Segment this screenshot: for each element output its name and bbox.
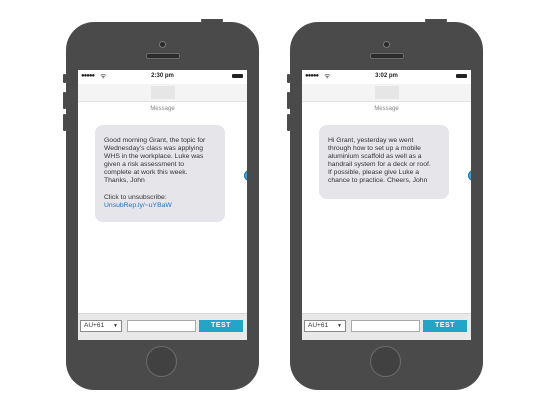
- message-line: given a risk assessment to: [104, 161, 185, 169]
- volume-down-button: [287, 114, 290, 131]
- home-button: [146, 346, 177, 377]
- unsubscribe-text: Click to unsubscribe:: [104, 193, 167, 201]
- message-line: Wednesday's class was applying: [104, 145, 204, 153]
- volume-up-button: [287, 92, 290, 109]
- message-line: WHS in the workplace. Luke was: [104, 153, 204, 161]
- speaker-grille: [146, 53, 180, 59]
- mute-switch: [287, 74, 290, 83]
- message-line: If possible, please give Luke a: [328, 169, 420, 177]
- phone-left: ●●●●● ᯤ 2:30 pm Message Good morning Gra…: [63, 19, 259, 390]
- test-button[interactable]: TEST: [423, 320, 467, 332]
- status-time: 2:30 pm: [151, 73, 174, 79]
- message-line: Hi Grant, yesterday we went: [328, 137, 414, 144]
- power-button: [425, 19, 447, 22]
- unsubscribe-link[interactable]: UnsubRep.ly/~uYBaW: [104, 202, 217, 210]
- chevron-down-icon: ▼: [337, 323, 342, 329]
- play-icon[interactable]: [244, 170, 247, 181]
- status-bar: ●●●●● ᯤ 3:02 pm: [302, 70, 471, 84]
- phone-number-input[interactable]: [351, 320, 420, 332]
- country-code-value: AU+61: [84, 322, 105, 329]
- phone-screen: ●●●●● ᯤ 2:30 pm Message Good morning Gra…: [78, 70, 247, 340]
- message-bubble: Hi Grant, yesterday we went through how …: [319, 125, 449, 199]
- conversation-header: [302, 84, 471, 102]
- battery-icon: [456, 74, 467, 78]
- country-code-select[interactable]: AU+61 ▼: [80, 320, 122, 332]
- battery-icon: [232, 74, 243, 78]
- composer-bar: AU+61 ▼ TEST: [302, 313, 471, 340]
- status-time: 3:02 pm: [375, 73, 398, 79]
- country-code-value: AU+61: [308, 322, 329, 329]
- home-button: [370, 346, 401, 377]
- phone-right: ●●●●● ᯤ 3:02 pm Message Hi Grant, yester…: [287, 19, 483, 390]
- contact-avatar: [375, 86, 399, 99]
- volume-up-button: [63, 92, 66, 109]
- conversation-title: Message: [150, 106, 175, 112]
- message-bubble: Good morning Grant, the topic for Wednes…: [95, 125, 225, 222]
- volume-down-button: [63, 114, 66, 131]
- message-line: Thanks, John: [104, 177, 145, 185]
- speaker-grille: [370, 53, 404, 59]
- chevron-down-icon: ▼: [113, 323, 118, 329]
- phone-number-input[interactable]: [127, 320, 196, 332]
- message-line: complete at work this week.: [104, 169, 188, 177]
- mute-switch: [63, 74, 66, 83]
- conversation-header: [78, 84, 247, 102]
- message-line: Good morning Grant, the topic for: [104, 137, 206, 144]
- composer-bar: AU+61 ▼ TEST: [78, 313, 247, 340]
- status-bar: ●●●●● ᯤ 2:30 pm: [78, 70, 247, 84]
- phone-screen: ●●●●● ᯤ 3:02 pm Message Hi Grant, yester…: [302, 70, 471, 340]
- camera-icon: [159, 41, 166, 48]
- message-line: aluminium scaffold as well as a: [328, 153, 422, 161]
- power-button: [201, 19, 223, 22]
- test-button[interactable]: TEST: [199, 320, 243, 332]
- contact-avatar: [151, 86, 175, 99]
- message-line: handrail system for a deck or roof.: [328, 161, 431, 169]
- message-line: through how to set up a mobile: [328, 145, 421, 153]
- camera-icon: [383, 41, 390, 48]
- message-line: chance to practice. Cheers, John: [328, 177, 428, 185]
- conversation-title: Message: [374, 106, 399, 112]
- country-code-select[interactable]: AU+61 ▼: [304, 320, 346, 332]
- play-icon[interactable]: [468, 170, 471, 181]
